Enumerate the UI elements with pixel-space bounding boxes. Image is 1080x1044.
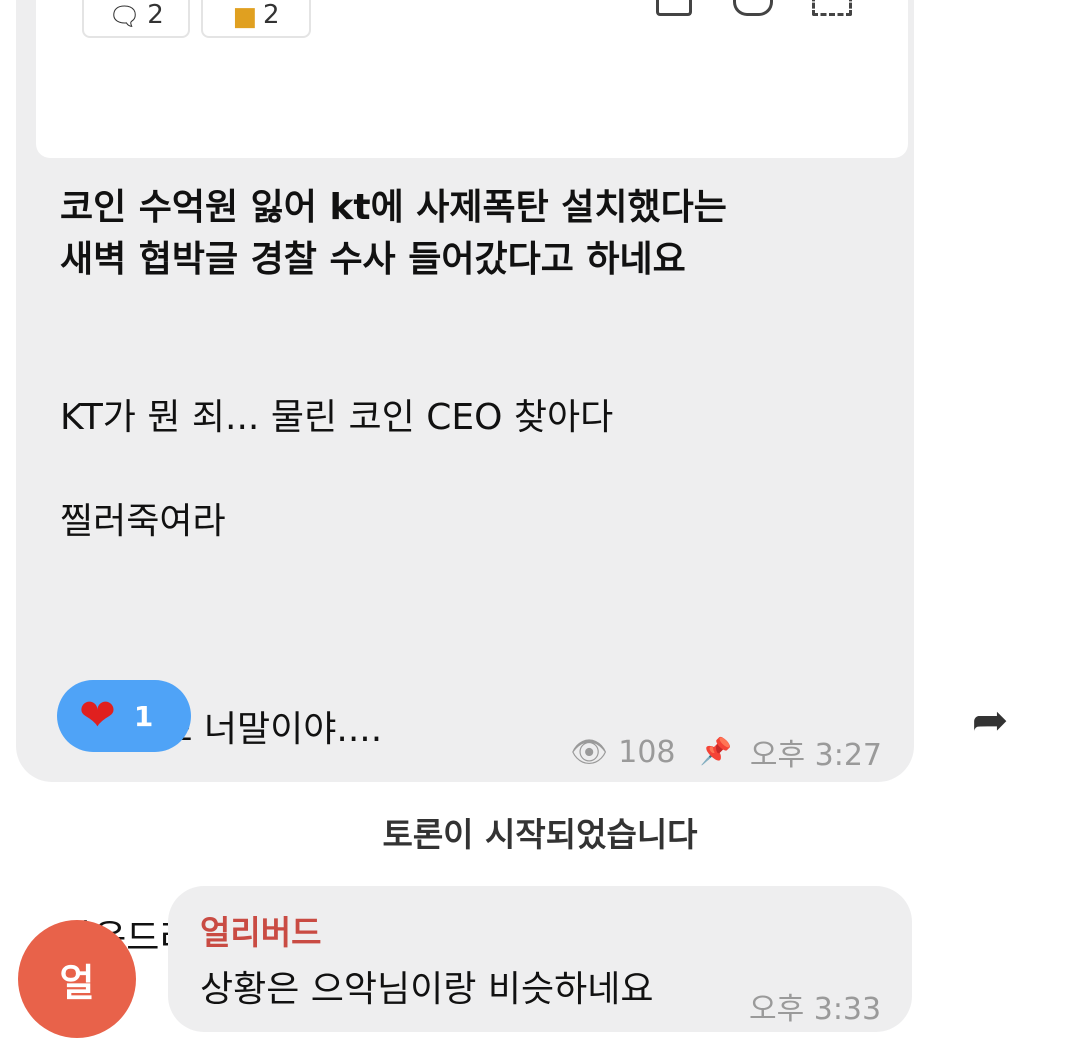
avatar[interactable]: 얼 — [18, 920, 136, 1038]
heart-reaction-count: 1 — [133, 699, 154, 733]
heart-icon: ❤ — [79, 690, 116, 741]
comment-count-chip[interactable]: 🗨 2 — [82, 0, 190, 38]
system-message: 토론이 시작되었습니다 — [382, 815, 698, 854]
comment-count: 2 — [147, 0, 164, 30]
view-count: 108 — [618, 734, 676, 770]
reply-text: 상황은 으악님이랑 비슷하네요 — [200, 969, 654, 1010]
reaction-count-chip[interactable]: ■ 2 — [201, 0, 311, 38]
message-time: 오후 3:27 — [749, 738, 882, 773]
eye-icon: 👁 — [570, 734, 609, 770]
sender-name[interactable]: 얼리버드 — [200, 906, 321, 954]
reply-time: 오후 3:33 — [749, 992, 882, 1027]
message-title: 코인 수억원 잃어 kt에 사제폭탄 설치했다는 새벽 협박글 경찰 수사 들어… — [60, 187, 727, 280]
share-card-icon[interactable] — [656, 0, 692, 16]
heart-reaction-pill[interactable]: ❤ 1 — [57, 680, 191, 752]
pin-icon[interactable]: 📌 — [700, 737, 732, 767]
message-line: KT가 뭔 죄... 물린 코인 CEO 찾아다 — [60, 397, 614, 438]
forward-icon[interactable]: ➦ — [963, 696, 1017, 746]
reaction-count: 2 — [263, 0, 280, 30]
message-line: 찔러죽여라 — [60, 501, 226, 542]
capture-icon[interactable] — [812, 0, 852, 16]
comment-icon: 🗨 — [108, 2, 142, 32]
message-meta: 👁 108 📌 오후 3:27 — [570, 730, 882, 774]
trophy-icon: ■ — [232, 2, 258, 32]
